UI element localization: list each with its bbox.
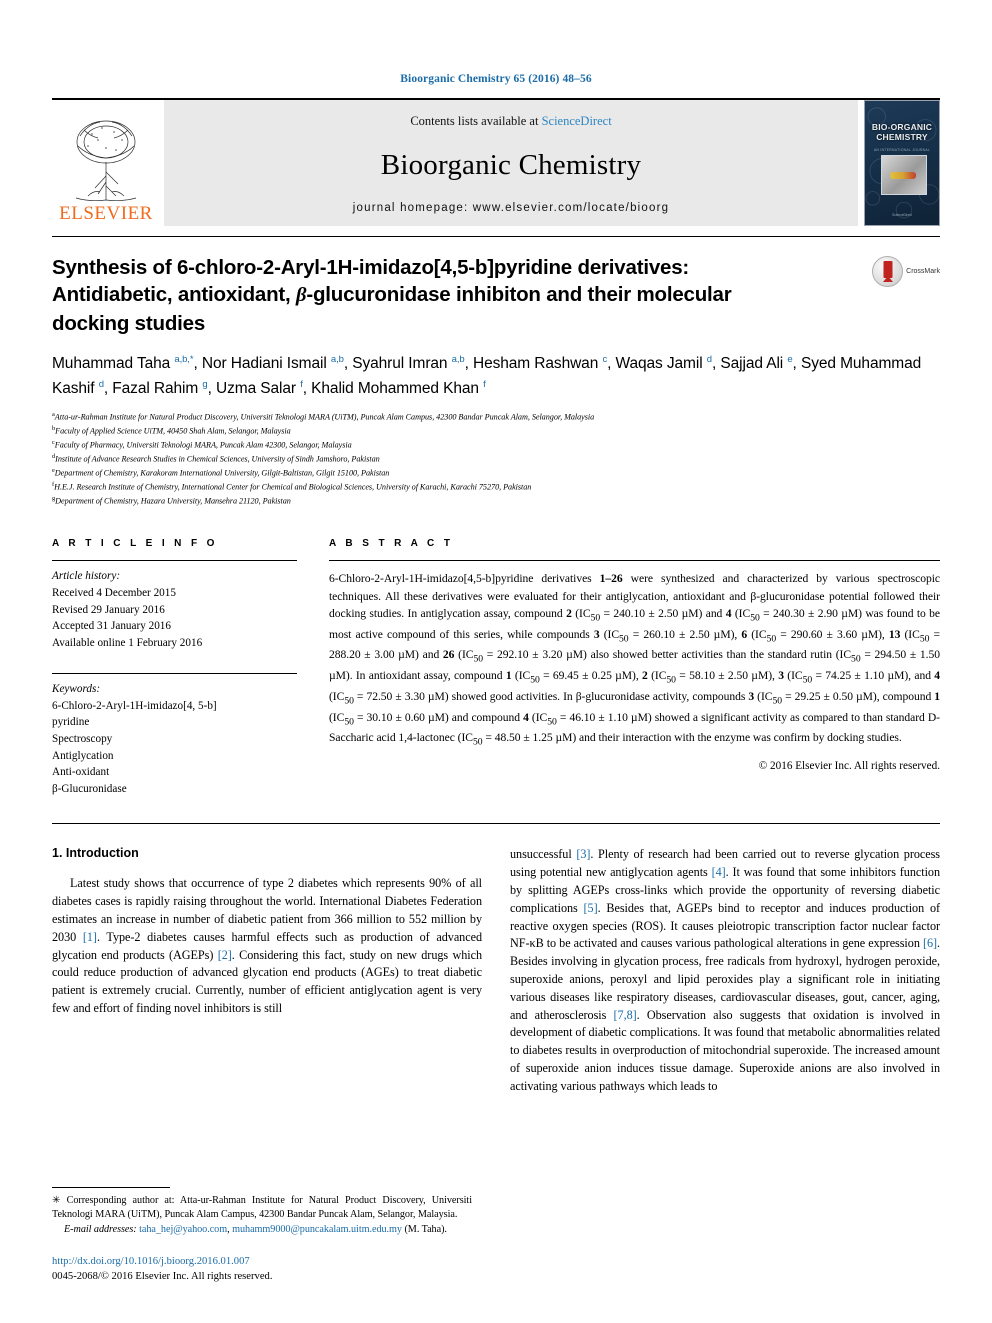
journal-cover-thumbnail: BIO-ORGANIC CHEMISTRY AN INTERNATIONAL J… — [864, 100, 940, 226]
affiliation-item: cFaculty of Pharmacy, Universiti Teknolo… — [52, 439, 352, 451]
journal-masthead: ELSEVIER Contents lists available at Sci… — [52, 98, 940, 226]
page-title: Synthesis of 6-chloro-2-Aryl-1H-imidazo[… — [52, 254, 850, 337]
abstract-column: A B S T R A C T 6-Chloro-2-Aryl-1H-imida… — [329, 538, 940, 797]
keyword-item: 6-Chloro-2-Aryl-1H-imidazo[4, 5-b] — [52, 699, 217, 712]
title-line-2-post: -glucuronidase inhibiton and their molec… — [306, 283, 732, 307]
keyword-item: Spectroscopy — [52, 733, 113, 746]
history-item: Accepted 31 January 2016 — [52, 620, 171, 633]
crossmark-area[interactable]: CrossMark — [860, 254, 940, 337]
author-item: Sajjad Ali e, — [720, 353, 801, 372]
cover-journal-title: BIO-ORGANIC CHEMISTRY — [865, 122, 939, 143]
keywords-label: Keywords: — [52, 683, 101, 696]
keyword-item: β-Glucuronidase — [52, 782, 127, 795]
cover-title-line2: CHEMISTRY — [876, 131, 928, 142]
keyword-item: pyridine — [52, 716, 90, 729]
author-affiliation-mark: a,b — [451, 353, 465, 365]
cover-footer-text: ScienceDirect — [892, 213, 912, 217]
crossmark-label: CrossMark — [906, 268, 940, 275]
author-item: Muhammad Taha a,b,*, — [52, 353, 202, 372]
article-info-divider — [52, 560, 297, 562]
keyword-item: Anti-oxidant — [52, 766, 110, 779]
cover-molecule-image — [881, 155, 927, 195]
affiliation-item: aAtta-ur-Rahman Institute for Natural Pr… — [52, 411, 595, 423]
cover-subtitle: AN INTERNATIONAL JOURNAL — [873, 148, 931, 152]
keyword-item: Antiglycation — [52, 749, 114, 762]
author-list: Muhammad Taha a,b,*, Nor Hadiani Ismail … — [52, 351, 940, 401]
footnote-block: ✳ Corresponding author at: Atta-ur-Rahma… — [52, 1186, 472, 1285]
copyright-line: © 2016 Elsevier Inc. All rights reserved… — [758, 759, 940, 772]
body-column-left: 1. Introduction Latest study shows that … — [52, 846, 482, 1095]
title-line-2-pre: Antidiabetic, antioxidant, — [52, 283, 297, 307]
article-history-label: Article history: — [52, 570, 121, 583]
corresponding-author-note: ✳ Corresponding author at: Atta-ur-Rahma… — [52, 1194, 472, 1221]
author-affiliation-mark: f — [483, 378, 486, 390]
article-info-heading: A R T I C L E I N F O — [52, 538, 218, 550]
keywords-list: Keywords: 6-Chloro-2-Aryl-1H-imidazo[4, … — [52, 681, 297, 797]
doi-block: http://dx.doi.org/10.1016/j.bioorg.2016.… — [52, 1255, 472, 1285]
title-line-1: Synthesis of 6-chloro-2-Aryl-1H-imidazo[… — [52, 256, 690, 279]
contents-list-line: Contents lists available at ScienceDirec… — [410, 114, 611, 129]
cover-title-line1: BIO-ORGANIC — [871, 122, 933, 132]
body-divider — [52, 823, 940, 825]
affiliation-item: dInstitute of Advance Research Studies i… — [52, 453, 380, 465]
affiliation-list: aAtta-ur-Rahman Institute for Natural Pr… — [52, 410, 940, 508]
affiliation-item: gDepartment of Chemistry, Hazara Univers… — [52, 495, 291, 507]
issn-copyright-line: 0045-2068/© 2016 Elsevier Inc. All right… — [52, 1271, 273, 1283]
article-page: Bioorganic Chemistry 65 (2016) 48–56 ELS… — [0, 0, 992, 1323]
crossmark-icon[interactable] — [872, 256, 904, 287]
contents-prefix: Contents lists available at — [410, 114, 542, 128]
abstract-heading: A B S T R A C T — [329, 538, 454, 550]
doi-link[interactable]: http://dx.doi.org/10.1016/j.bioorg.2016.… — [52, 1255, 472, 1270]
history-item: Revised 29 January 2016 — [52, 603, 165, 616]
introduction-paragraph-left: Latest study shows that occurrence of ty… — [52, 876, 482, 1016]
info-abstract-section: A R T I C L E I N F O Article history: R… — [52, 538, 940, 797]
article-history: Article history: Received 4 December 201… — [52, 568, 297, 651]
history-item: Received 4 December 2015 — [52, 587, 176, 599]
email-addresses-note: E-mail addresses: taha_hej@yahoo.com, mu… — [64, 1223, 447, 1235]
journal-homepage-link[interactable]: journal homepage: www.elsevier.com/locat… — [353, 202, 670, 214]
affiliation-item: fH.E.J. Research Institute of Chemistry,… — [52, 481, 532, 493]
author-item: Hesham Rashwan c, — [472, 353, 616, 372]
author-affiliation-mark: a,b — [330, 353, 344, 365]
abstract-text: 6-Chloro-2-Aryl-1H-imidazo[4,5-b]pyridin… — [329, 572, 941, 748]
title-block: Synthesis of 6-chloro-2-Aryl-1H-imidazo[… — [52, 254, 940, 337]
author-item: Waqas Jamil d, — [615, 353, 721, 372]
elsevier-tree-icon — [75, 120, 137, 202]
footnote-divider — [52, 1186, 170, 1188]
running-head: Bioorganic Chemistry 65 (2016) 48–56 — [400, 73, 592, 85]
journal-title: Bioorganic Chemistry — [380, 149, 642, 181]
elsevier-logo: ELSEVIER — [52, 100, 160, 226]
affiliation-item: bFaculty of Applied Science UiTM, 40450 … — [52, 425, 291, 437]
journal-band: Contents lists available at ScienceDirec… — [164, 100, 858, 226]
author-affiliation-mark: a,b,* — [174, 353, 194, 365]
introduction-paragraph-right: unsuccessful [3]. Plenty of research had… — [510, 847, 940, 1093]
sciencedirect-link[interactable]: ScienceDirect — [542, 114, 612, 128]
article-info-column: A R T I C L E I N F O Article history: R… — [52, 538, 297, 797]
title-line-3: docking studies — [52, 311, 206, 335]
body-column-right: unsuccessful [3]. Plenty of research had… — [510, 846, 940, 1095]
author-item: Nor Hadiani Ismail a,b, — [201, 353, 353, 372]
author-item: Fazal Rahim g, — [112, 378, 217, 397]
title-beta-symbol: β — [296, 284, 307, 307]
author-item: Syahrul Imran a,b, — [352, 353, 473, 372]
introduction-heading: 1. Introduction — [52, 846, 139, 861]
keywords-divider — [52, 673, 297, 675]
author-item: Khalid Mohammed Khan f — [311, 378, 486, 397]
history-item: Available online 1 February 2016 — [52, 636, 203, 649]
affiliation-item: eDepartment of Chemistry, Karakoram Inte… — [52, 467, 390, 479]
masthead-divider — [52, 236, 940, 237]
elsevier-wordmark: ELSEVIER — [59, 203, 153, 224]
author-item: Uzma Salar f, — [216, 378, 312, 397]
body-columns: 1. Introduction Latest study shows that … — [52, 846, 940, 1095]
abstract-divider — [329, 560, 940, 562]
